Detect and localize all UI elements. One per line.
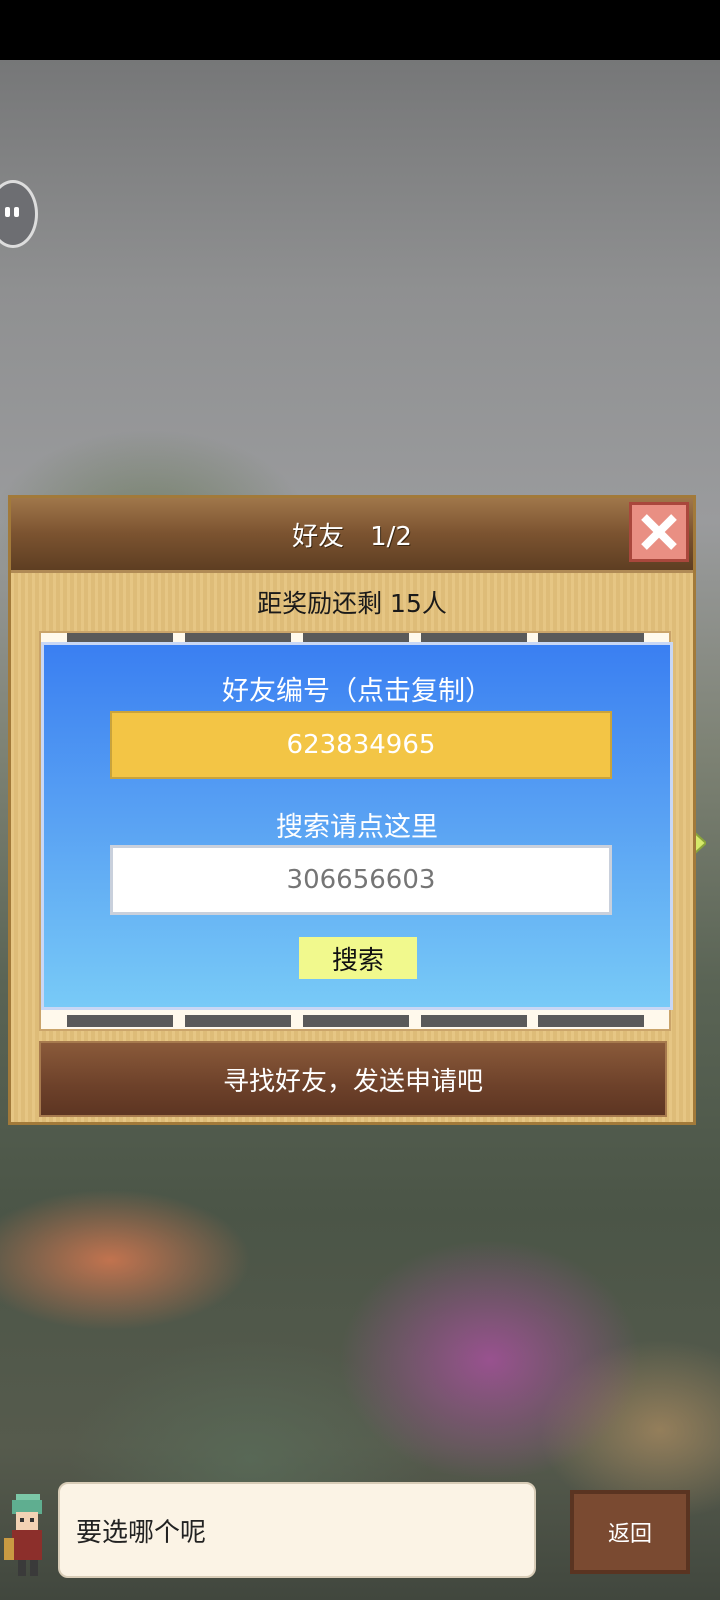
slot-bottom [67,1015,173,1027]
reward-remaining-text: 距奖励还剩 15人 [257,589,447,618]
dialog-header: 好友 1/2 [11,498,693,573]
friend-search-panel: 好友编号（点击复制） 623834965 搜索请点这里 搜索 [41,642,673,1010]
friends-dialog: 好友 1/2 距奖励还剩 15人 好友编号（点击复制） 623834965 搜索… [8,495,696,1125]
back-button[interactable]: 返回 [570,1490,690,1574]
slot-bottom [421,1015,527,1027]
slot-bottom [303,1015,409,1027]
slot-bottom [538,1015,644,1027]
dialog-title: 好友 1/2 [292,521,412,552]
prompt-message: 要选哪个呢 [58,1482,536,1578]
status-bar [0,0,720,60]
friend-id-copy-button[interactable]: 623834965 [110,711,612,779]
friend-id-label: 好友编号（点击复制） [222,676,492,707]
find-friends-banner: 寻找好友，发送申请吧 [39,1041,667,1117]
search-button[interactable]: 搜索 [299,937,417,979]
search-label: 搜索请点这里 [276,812,438,843]
slot-bottom [185,1015,291,1027]
character-avatar-icon [4,1494,42,1576]
close-icon [641,514,677,550]
friend-search-input[interactable] [110,845,612,915]
close-button[interactable] [629,502,689,562]
